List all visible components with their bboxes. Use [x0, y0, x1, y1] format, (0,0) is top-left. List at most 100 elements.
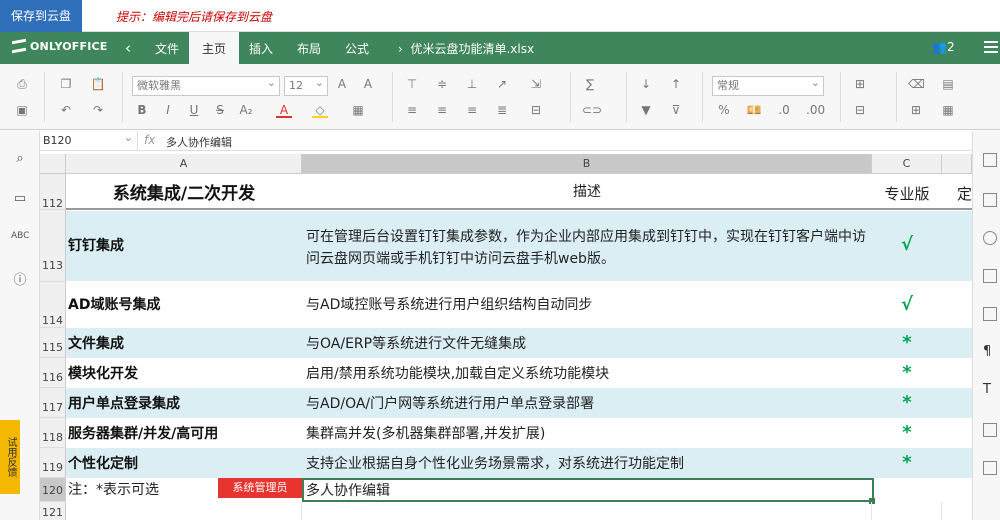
- align-bottom-icon[interactable]: ⊥: [464, 76, 480, 92]
- subscript-icon[interactable]: A₂: [238, 102, 254, 118]
- justify-icon[interactable]: ≣: [494, 102, 510, 118]
- strikethrough-icon[interactable]: S: [212, 102, 228, 118]
- sum-icon[interactable]: ∑: [582, 76, 598, 92]
- column-header-b[interactable]: B: [302, 154, 872, 174]
- empty-cell[interactable]: [942, 328, 972, 358]
- empty-cell[interactable]: [942, 388, 972, 418]
- save-to-cloud-button[interactable]: 保存到云盘: [0, 0, 82, 32]
- select-all-corner[interactable]: [40, 154, 66, 174]
- optional-mark[interactable]: *: [872, 418, 942, 448]
- font-name-select[interactable]: 微软雅黑: [132, 74, 280, 96]
- search-icon[interactable]: ⌕: [11, 151, 29, 169]
- fill-color-icon[interactable]: ◇: [312, 102, 328, 118]
- align-left-icon[interactable]: ≡: [404, 102, 420, 118]
- row-header[interactable]: 119: [40, 448, 66, 478]
- description-cell[interactable]: 支持企业根据自身个性化业务场景需求，对系统进行功能定制: [302, 448, 872, 478]
- row-header[interactable]: 113: [40, 210, 66, 282]
- column-header-d[interactable]: [942, 154, 972, 174]
- font-decrease-icon[interactable]: A: [360, 76, 376, 92]
- comments-icon[interactable]: ▭: [11, 191, 29, 209]
- fx-icon[interactable]: fx: [144, 133, 155, 147]
- chart-settings-icon[interactable]: [983, 307, 997, 321]
- feature-cell[interactable]: 钉钉集成: [66, 211, 302, 281]
- clear-filter-icon[interactable]: ⊽: [668, 102, 684, 118]
- pivot-settings-icon[interactable]: [983, 423, 997, 437]
- row-header[interactable]: 112: [40, 174, 66, 210]
- feature-cell[interactable]: 个性化定制: [66, 448, 302, 478]
- column-header-a[interactable]: A: [66, 154, 302, 174]
- redo-icon[interactable]: ↷: [90, 102, 106, 118]
- column-header-c[interactable]: C: [872, 154, 942, 174]
- description-cell[interactable]: 可在管理后台设置钉钉集成参数，作为企业内部应用集成到钉钉中，实现在钉钉客户端中访…: [302, 211, 872, 281]
- cell-reference-box[interactable]: B120: [40, 128, 138, 151]
- tab-insert[interactable]: 插入: [239, 32, 283, 64]
- empty-cell[interactable]: [942, 211, 972, 281]
- row-header[interactable]: 117: [40, 388, 66, 418]
- feature-cell[interactable]: 文件集成: [66, 328, 302, 358]
- empty-cell[interactable]: [872, 502, 942, 520]
- table-settings-icon[interactable]: [983, 193, 997, 207]
- named-range-icon[interactable]: ⊂⊃: [582, 102, 602, 118]
- description-cell[interactable]: 与AD/OA/门户网等系统进行用户单点登录部署: [302, 388, 872, 418]
- tab-layout[interactable]: 布局: [287, 32, 331, 64]
- merge-cells-icon[interactable]: ⊟: [528, 102, 544, 118]
- italic-icon[interactable]: I: [160, 102, 176, 118]
- optional-mark[interactable]: *: [872, 388, 942, 418]
- row-header[interactable]: 114: [40, 282, 66, 328]
- empty-cell[interactable]: [66, 502, 302, 520]
- font-color-icon[interactable]: A: [276, 102, 292, 118]
- sort-descending-icon[interactable]: ↑: [668, 76, 684, 92]
- about-icon[interactable]: ⓘ: [11, 269, 29, 288]
- row-header[interactable]: 116: [40, 358, 66, 388]
- selected-cell[interactable]: 多人协作编辑: [302, 478, 874, 502]
- signature-settings-icon[interactable]: [983, 461, 997, 475]
- description-cell[interactable]: 集群高并发(多机器集群部署,并发扩展): [302, 418, 872, 448]
- back-chevron-icon[interactable]: ‹: [125, 39, 131, 57]
- row-header[interactable]: 115: [40, 328, 66, 358]
- format-as-table-icon[interactable]: ▤: [940, 76, 956, 92]
- shape-settings-icon[interactable]: [983, 231, 997, 245]
- increase-decimal-icon[interactable]: .00: [806, 102, 825, 118]
- spellcheck-icon[interactable]: ABC: [11, 231, 29, 249]
- filter-icon[interactable]: ▼: [638, 102, 654, 118]
- tab-file[interactable]: 文件: [145, 32, 189, 64]
- check-mark[interactable]: √: [872, 211, 942, 281]
- tab-formula[interactable]: 公式: [335, 32, 379, 64]
- tab-home[interactable]: 主页: [189, 32, 239, 64]
- align-middle-icon[interactable]: ≑: [434, 76, 450, 92]
- feature-cell[interactable]: 服务器集群/并发/高可用: [66, 418, 302, 448]
- print-icon[interactable]: ⎙: [14, 76, 30, 92]
- formula-input[interactable]: 多人协作编辑: [166, 134, 232, 150]
- align-top-icon[interactable]: ⊤: [404, 76, 420, 92]
- description-cell[interactable]: 与OA/ERP等系统进行文件无缝集成: [302, 328, 872, 358]
- undo-icon[interactable]: ↶: [58, 102, 74, 118]
- cell-style-icon[interactable]: ▦: [940, 102, 956, 118]
- optional-mark[interactable]: *: [872, 328, 942, 358]
- wrap-text-icon[interactable]: ⇲: [528, 76, 544, 92]
- text-orientation-icon[interactable]: ↗: [494, 76, 510, 92]
- paste-icon[interactable]: 📋: [90, 76, 106, 92]
- empty-cell[interactable]: [302, 502, 872, 520]
- optional-mark[interactable]: *: [872, 358, 942, 388]
- align-right-icon[interactable]: ≡: [464, 102, 480, 118]
- conditional-format-icon[interactable]: ⊞: [908, 102, 924, 118]
- spreadsheet-grid[interactable]: A B C 112 系统集成/二次开发 描述 专业版 定 113 钉钉集成 可在…: [40, 154, 972, 520]
- insert-cells-icon[interactable]: ⊞: [852, 76, 868, 92]
- align-center-icon[interactable]: ≡: [434, 102, 450, 118]
- empty-cell[interactable]: [942, 448, 972, 478]
- row-header[interactable]: 120: [40, 478, 66, 502]
- cell-settings-icon[interactable]: [983, 153, 997, 167]
- underline-icon[interactable]: U: [186, 102, 202, 118]
- image-settings-icon[interactable]: [983, 269, 997, 283]
- sort-ascending-icon[interactable]: ↓: [638, 76, 654, 92]
- feature-cell[interactable]: 模块化开发: [66, 358, 302, 388]
- font-increase-icon[interactable]: A: [334, 76, 350, 92]
- menu-icon[interactable]: [984, 41, 998, 53]
- description-cell[interactable]: 与AD域控账号系统进行用户组织结构自动同步: [302, 282, 872, 328]
- feedback-button[interactable]: 试用反馈: [0, 420, 20, 494]
- save-icon[interactable]: ▣: [14, 102, 30, 118]
- feature-cell[interactable]: AD域账号集成: [66, 282, 302, 328]
- row-header[interactable]: 121: [40, 502, 66, 520]
- decrease-decimal-icon[interactable]: .0: [776, 102, 792, 118]
- borders-icon[interactable]: ▦: [350, 102, 366, 118]
